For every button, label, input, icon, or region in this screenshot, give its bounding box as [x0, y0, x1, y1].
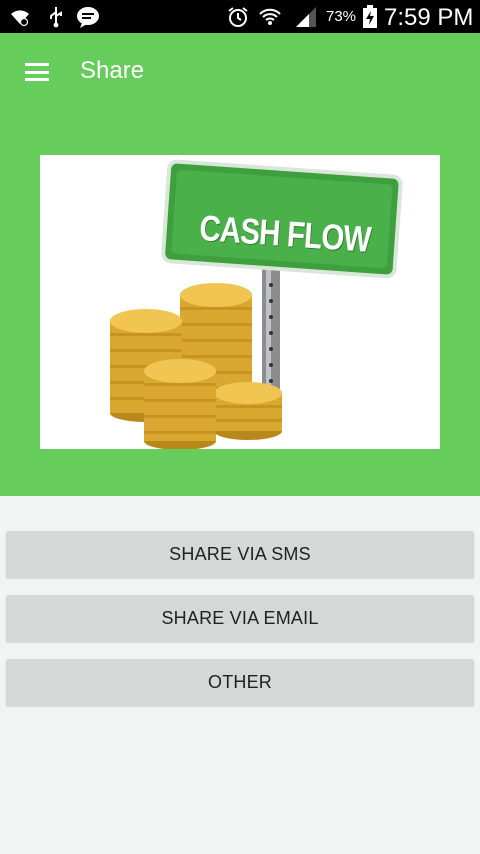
- battery-charging-icon: [358, 5, 382, 29]
- cell-signal-icon: [294, 5, 318, 29]
- battery-percent: 73%: [326, 8, 357, 25]
- clock: 7:59 PM: [384, 4, 474, 31]
- hamburger-menu-icon: [25, 63, 49, 81]
- cash-flow-image: CASH FLOW: [40, 155, 440, 450]
- share-via-sms-button[interactable]: SHARE VIA SMS: [6, 531, 474, 578]
- app-bar: Share: [0, 33, 480, 111]
- page-title: Share: [80, 57, 145, 84]
- message-icon: [76, 5, 100, 29]
- share-actions: SHARE VIA SMS SHARE VIA EMAIL OTHER: [0, 496, 480, 854]
- share-via-email-button[interactable]: SHARE VIA EMAIL: [6, 595, 474, 642]
- alarm-icon: [226, 5, 250, 29]
- hero-banner: CASH FLOW: [0, 111, 480, 496]
- wifi-icon: [8, 5, 32, 29]
- wifi-signal-icon: [258, 5, 282, 29]
- status-bar: 73% 7:59 PM: [0, 0, 480, 33]
- share-other-button[interactable]: OTHER: [6, 659, 474, 706]
- menu-button[interactable]: [14, 53, 60, 91]
- usb-icon: [44, 5, 68, 29]
